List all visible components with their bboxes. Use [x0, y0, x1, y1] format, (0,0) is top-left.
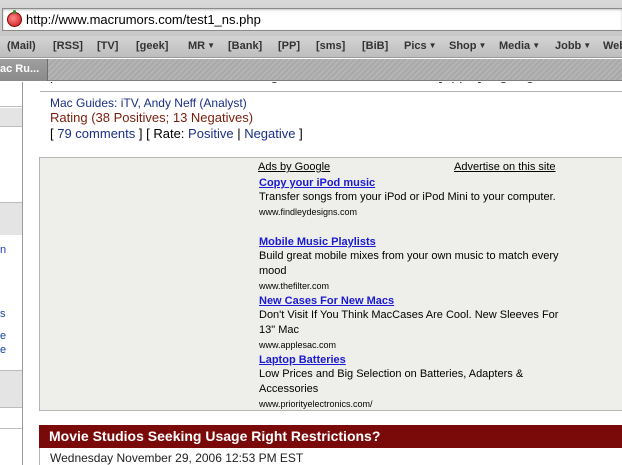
ad-title-link[interactable]: Copy your iPod music	[259, 176, 559, 190]
divider	[0, 407, 22, 408]
bookmark-bib[interactable]: [BiB]	[362, 40, 388, 52]
ad-title-link[interactable]: Laptop Batteries	[259, 353, 559, 367]
sidebar-link-fragment[interactable]: n	[0, 244, 6, 256]
bookmark-media[interactable]: Media ▼	[499, 40, 540, 52]
tab-macrumors[interactable]: ac Ru...	[0, 59, 48, 81]
tab-bar: ac Ru...	[0, 59, 622, 81]
mac-guides: Mac Guides: iTV, Andy Neff (Analyst)	[50, 96, 247, 110]
bookmarks-bar: (Mail) [RSS] [TV] [geek] MR ▼ [Bank] [PP]…	[0, 36, 622, 58]
ad-description: Don't Visit If You Think MacCases Are Co…	[259, 309, 559, 336]
divider	[0, 126, 22, 127]
bookmark-rss[interactable]: [RSS]	[53, 40, 83, 52]
chevron-down-icon: ▼	[583, 41, 592, 50]
comment-rate-line: [ 79 comments ] [ Rate: Positive | Negat…	[50, 126, 303, 141]
sidebar-band	[0, 371, 22, 407]
article-divider	[40, 82, 622, 92]
bookmark-mr[interactable]: MR ▼	[188, 40, 215, 52]
bookmark-pp[interactable]: [PP]	[278, 40, 300, 52]
ad-url[interactable]: www.findleydesigns.com	[259, 205, 559, 219]
sidebar-link-fragment[interactable]: e	[0, 344, 6, 356]
chevron-down-icon: ▼	[207, 41, 216, 50]
divider	[0, 428, 22, 429]
bookmark-bank[interactable]: [Bank]	[228, 40, 262, 52]
ad-title-link[interactable]: New Cases For New Macs	[259, 294, 559, 308]
ad-url[interactable]: www.priorityelectronics.com/	[259, 397, 559, 411]
ad-item: Mobile Music Playlists Build great mobil…	[259, 235, 559, 293]
divider	[0, 106, 22, 107]
ads-by-google-link[interactable]: Ads by Google	[258, 161, 330, 173]
sidebar-link-fragment[interactable]: e	[0, 330, 6, 342]
rate-label: Rate:	[153, 126, 185, 141]
bookmark-geek[interactable]: [geek]	[136, 40, 168, 52]
story-title-link[interactable]: Movie Studios Seeking Usage Right Restri…	[49, 428, 380, 444]
bookmark-mail[interactable]: (Mail)	[7, 40, 36, 52]
ad-item: New Cases For New Macs Don't Visit If Yo…	[259, 294, 559, 352]
apple-favicon-icon	[7, 10, 22, 27]
mac-guides-links[interactable]: iTV, Andy Neff (Analyst)	[121, 96, 247, 110]
bookmark-web[interactable]: Web	[603, 40, 622, 52]
ad-description: Low Prices and Big Selection on Batterie…	[259, 368, 524, 395]
address-bar[interactable]: http://www.macrumors.com/test1_ns.php	[2, 8, 622, 31]
bookmark-shop[interactable]: Shop ▼	[449, 40, 486, 52]
ad-description: Build great mobile mixes from your own m…	[259, 250, 559, 277]
tab-label: ac Ru...	[0, 63, 40, 75]
left-sidebar: n s e e	[0, 82, 23, 465]
sidebar-link-fragment[interactable]: s	[0, 308, 6, 320]
rate-positive-link[interactable]: Positive	[188, 126, 234, 141]
bookmark-pics[interactable]: Pics ▼	[404, 40, 437, 52]
bookmark-sms[interactable]: [sms]	[316, 40, 345, 52]
ad-item: Copy your iPod music Transfer songs from…	[259, 176, 559, 219]
story-date: Wednesday November 29, 2006 12:53 PM EST	[50, 451, 304, 465]
ads-box: Ads by Google Advertise on this site Cop…	[39, 157, 622, 411]
rate-negative-link[interactable]: Negative	[244, 126, 295, 141]
bookmark-jobb[interactable]: Jobb ▼	[555, 40, 591, 52]
article-rating: Rating (38 Positives; 13 Negatives)	[50, 110, 254, 125]
url-text[interactable]: http://www.macrumors.com/test1_ns.php	[26, 12, 261, 27]
bookmark-tv[interactable]: [TV]	[97, 40, 118, 52]
mac-guides-label: Mac Guides:	[50, 96, 121, 110]
chevron-down-icon: ▼	[532, 41, 541, 50]
chevron-down-icon: ▼	[478, 41, 487, 50]
browser-toolbar: http://www.macrumors.com/test1_ns.php	[0, 0, 622, 36]
ad-url[interactable]: www.thefilter.com	[259, 279, 559, 293]
ad-description: Transfer songs from your iPod or iPod Mi…	[259, 191, 556, 203]
advertise-link[interactable]: Advertise on this site	[454, 161, 556, 173]
story-header: Movie Studios Seeking Usage Right Restri…	[39, 425, 622, 448]
chevron-down-icon: ▼	[428, 41, 437, 50]
ad-item: Laptop Batteries Low Prices and Big Sele…	[259, 353, 559, 411]
sidebar-band	[0, 203, 22, 235]
sidebar-band	[0, 108, 22, 126]
ad-title-link[interactable]: Mobile Music Playlists	[259, 235, 559, 249]
ad-url[interactable]: www.applesac.com	[259, 338, 559, 352]
comments-link[interactable]: 79 comments	[57, 126, 135, 141]
